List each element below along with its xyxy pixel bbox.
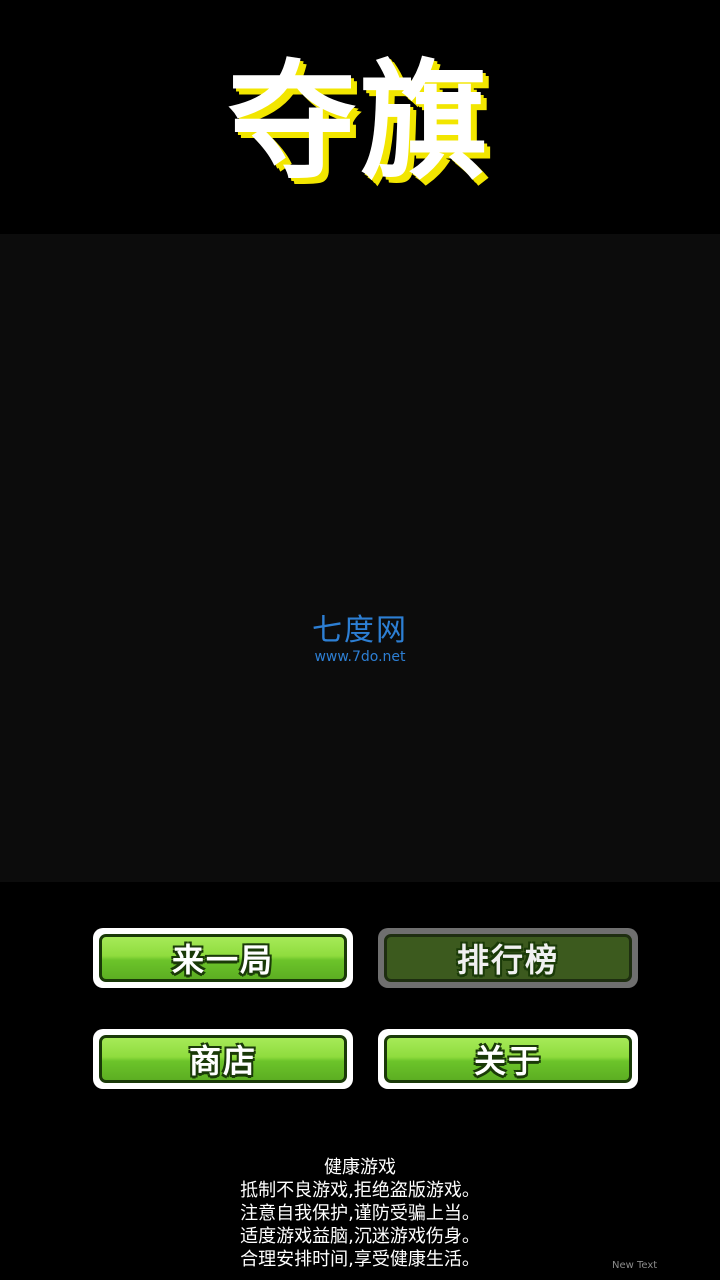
health-notice-line: 注意自我保护,谨防受骗上当。 [240, 1203, 480, 1224]
leaderboard-button[interactable]: 排行榜 [378, 928, 638, 988]
game-preview-area [0, 234, 720, 882]
watermark-name: 七度网 [312, 613, 408, 648]
game-title: 夺旗 [227, 48, 492, 197]
leaderboard-button-label: 排行榜 [456, 941, 559, 979]
about-button[interactable]: 关于 [378, 1029, 638, 1089]
debug-text-label: New Text [612, 1260, 658, 1271]
health-notice-heading: 健康游戏 [324, 1157, 396, 1178]
play-button-label: 来一局 [171, 941, 274, 979]
health-notice: 健康游戏 抵制不良游戏,拒绝盗版游戏。 注意自我保护,谨防受骗上当。 适度游戏益… [0, 1156, 720, 1271]
watermark-logo: 七度网 www.7do.net [300, 614, 420, 666]
health-notice-line: 抵制不良游戏,拒绝盗版游戏。 [240, 1180, 480, 1201]
about-button-label: 关于 [473, 1042, 542, 1080]
play-button[interactable]: 来一局 [93, 928, 353, 988]
shop-button-label: 商店 [188, 1042, 257, 1080]
watermark-url: www.7do.net [314, 649, 406, 665]
health-notice-line: 适度游戏益脑,沉迷游戏伤身。 [240, 1226, 480, 1247]
shop-button[interactable]: 商店 [93, 1029, 353, 1089]
